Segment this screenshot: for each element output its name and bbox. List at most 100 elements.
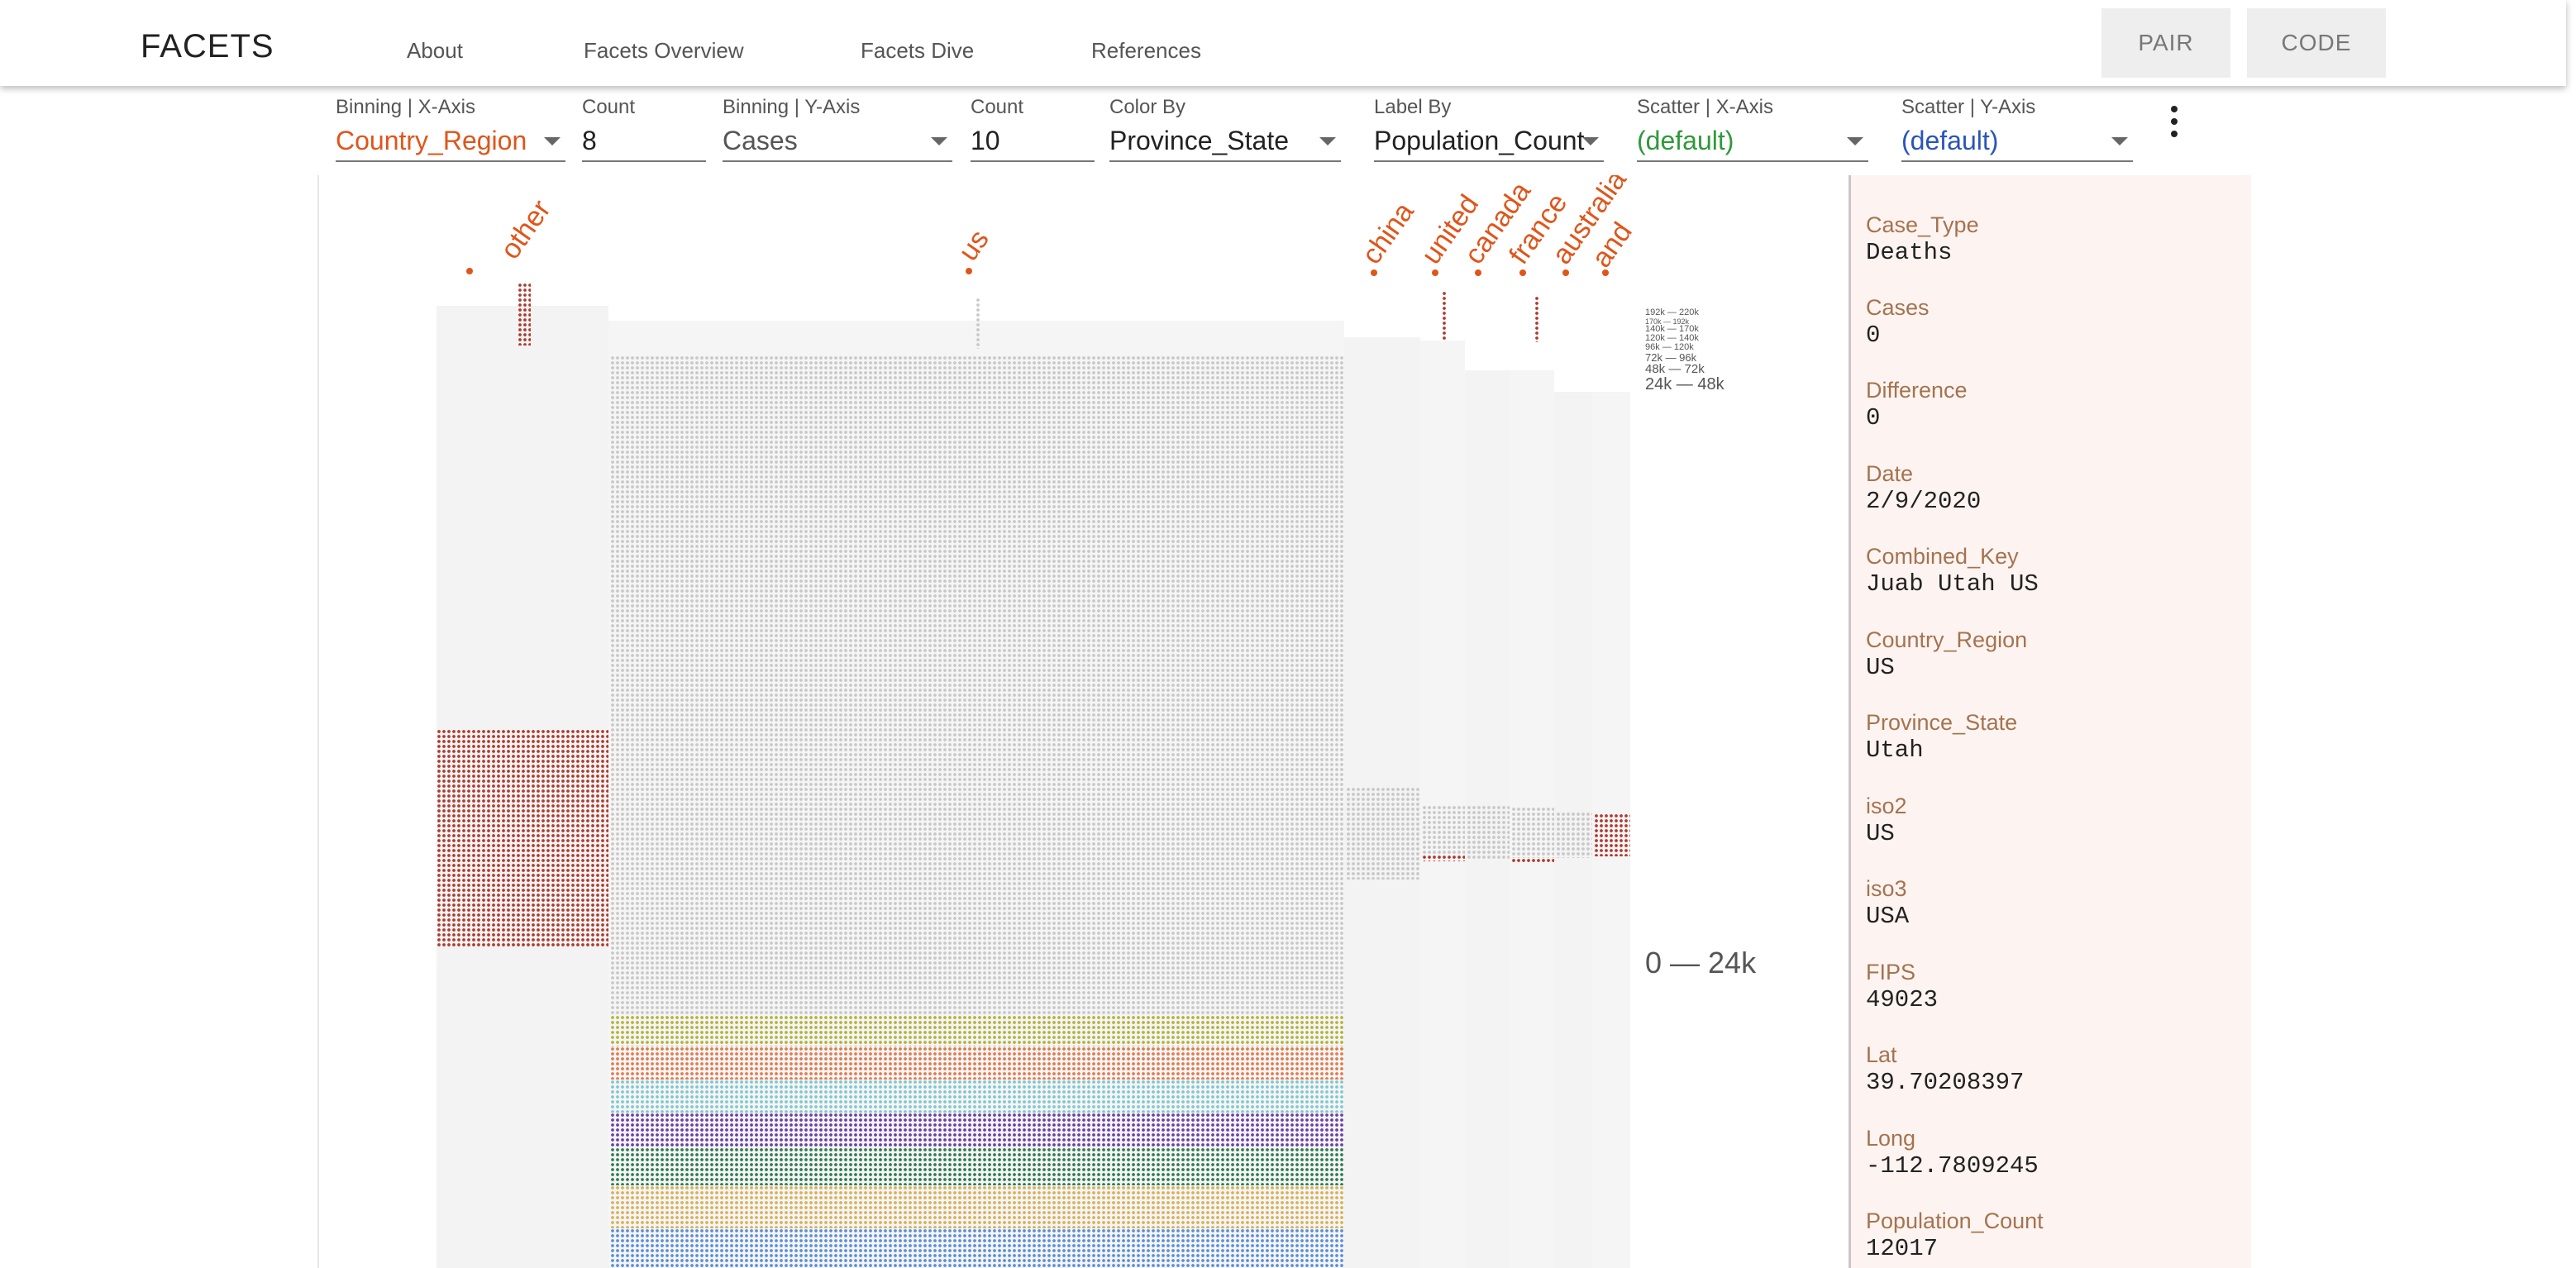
field-value: -112.7809245 (1866, 1152, 2039, 1180)
field-name: Cases (1866, 295, 1930, 320)
field-value: 39.70208397 (1866, 1069, 2025, 1096)
bin-marker-france (1519, 269, 1526, 276)
scatter-y-label: Scatter | Y-Axis (1901, 96, 2036, 118)
detail-field-long: Long -112.7809245 (1866, 1125, 2039, 1181)
count-y-control[interactable]: Count 10 (971, 94, 1095, 162)
detail-field-date: Date 2/9/2020 (1866, 460, 1981, 517)
y-range-label: 0 — 24k (1645, 946, 1757, 980)
field-name: Long (1866, 1126, 1916, 1151)
dots-australia (1556, 812, 1592, 858)
details-panel: Case_Type Deaths Cases 0 Difference 0 Date 2… (1849, 175, 2251, 1268)
chevron-down-icon (1847, 137, 1863, 145)
dots-us-orange (610, 1046, 1344, 1080)
detail-field-difference: Difference 0 (1866, 377, 1968, 433)
field-name: Lat (1866, 1042, 1897, 1067)
field-name: Province_State (1866, 710, 2018, 735)
field-value: Deaths (1866, 239, 1953, 266)
dots-us-teal (610, 1080, 1344, 1113)
count-y-input[interactable]: 10 (971, 122, 1095, 162)
dots-united (1422, 805, 1465, 855)
field-name: iso3 (1866, 876, 1907, 901)
count-y-label: Count (971, 96, 1024, 118)
detail-field-cases: Cases 0 (1866, 294, 1930, 350)
app-bar: FACETS About Facets Overview Facets Dive… (0, 0, 2566, 86)
dots-china (1346, 787, 1420, 879)
field-name: iso2 (1866, 794, 1907, 818)
field-name: Population_Count (1866, 1208, 2044, 1233)
nav-about[interactable]: About (407, 38, 463, 64)
field-name: Difference (1866, 378, 1968, 403)
detail-field-population-count: Population_Count 12017 (1866, 1208, 2044, 1264)
dots-us-gray (610, 355, 1344, 1015)
count-x-control[interactable]: Count 8 (582, 94, 706, 162)
field-name: Date (1866, 461, 1914, 486)
field-name: Case_Type (1866, 212, 1979, 237)
dots-united-red (1422, 855, 1465, 861)
more-options-icon[interactable] (2166, 106, 2182, 142)
chevron-down-icon (544, 137, 561, 145)
binning-y-value: Cases (723, 126, 798, 155)
nav-facets-dive[interactable]: Facets Dive (861, 38, 974, 64)
color-by-label: Color By (1109, 96, 1186, 118)
detail-field-combined-key: Combined_Key Juab Utah US (1866, 543, 2039, 599)
scatter-x-select[interactable]: (default) (1637, 122, 1868, 162)
color-by-select[interactable]: Province_State (1109, 122, 1341, 162)
count-x-label: Count (582, 96, 636, 118)
binning-x-value: Country_Region (336, 126, 527, 155)
detail-field-province-state: Province_State Utah (1866, 709, 2017, 765)
detail-field-country-region: Country_Region US (1866, 627, 2027, 683)
label-by-label: Label By (1374, 96, 1452, 118)
chevron-down-icon (931, 137, 947, 145)
nav-facets-overview[interactable]: Facets Overview (584, 38, 744, 64)
dots-us-green (610, 1147, 1344, 1185)
chevron-down-icon (1319, 137, 1336, 145)
label-by-select[interactable]: Population_Count (1374, 122, 1604, 162)
binning-x-label: Binning | X-Axis (336, 96, 475, 118)
field-value: Utah (1866, 736, 1924, 764)
scatter-y-control[interactable]: Scatter | Y-Axis (default) (1901, 94, 2133, 162)
field-value: US (1866, 654, 1895, 681)
bin-marker-australia (1562, 269, 1569, 276)
field-value: USA (1866, 903, 1910, 930)
bin-marker-canada (1475, 269, 1481, 276)
bin-label-us[interactable]: us (952, 224, 996, 267)
color-by-control[interactable]: Color By Province_State (1109, 94, 1341, 162)
binning-y-select[interactable]: Cases (723, 122, 952, 162)
bin-label-other[interactable]: other (494, 194, 557, 265)
field-value: 0 (1866, 322, 1881, 349)
scatter-x-control[interactable]: Scatter | X-Axis (default) (1637, 94, 1868, 162)
field-name: FIPS (1866, 960, 1916, 984)
label-by-value: Population_Count (1374, 126, 1585, 155)
field-value: US (1866, 820, 1895, 847)
column-background-united (1420, 341, 1465, 1268)
bin-label-china[interactable]: china (1356, 197, 1421, 270)
count-x-input[interactable]: 8 (582, 122, 706, 162)
detail-field-iso3: iso3 USA (1866, 875, 1909, 932)
field-value: 2/9/2020 (1866, 488, 1982, 515)
detail-field-lat: Lat 39.70208397 (1866, 1042, 2024, 1098)
pair-button[interactable]: PAIR (2101, 8, 2230, 78)
scatter-x-label: Scatter | X-Axis (1637, 96, 1773, 118)
binning-x-control[interactable]: Binning | X-Axis Country_Region (336, 94, 565, 162)
field-value: 49023 (1866, 986, 1939, 1013)
scatter-y-select[interactable]: (default) (1901, 122, 2133, 162)
nav-references[interactable]: References (1091, 38, 1201, 64)
code-button[interactable]: CODE (2247, 8, 2386, 78)
dots-other-low (436, 729, 608, 947)
bin-marker-other (466, 268, 473, 274)
facets-dive-canvas[interactable]: other us china united canada france aust… (317, 175, 1850, 1268)
binning-y-control[interactable]: Binning | Y-Axis Cases (723, 94, 952, 162)
bin-marker-us (966, 268, 972, 274)
y-range-label: 192k — 220k (1645, 307, 1699, 317)
chevron-down-icon (2111, 137, 2128, 145)
binning-x-select[interactable]: Country_Region (336, 122, 565, 162)
dots-us-olive (610, 1015, 1344, 1046)
binning-y-label: Binning | Y-Axis (723, 96, 861, 118)
dots-france (1511, 807, 1554, 858)
dots-united-high (1442, 291, 1447, 341)
dots-and (1594, 813, 1630, 856)
label-by-control[interactable]: Label By Population_Count (1374, 94, 1604, 162)
color-by-value: Province_State (1109, 126, 1290, 155)
dots-us-gold (610, 1185, 1344, 1228)
brand-title: FACETS (141, 28, 274, 64)
